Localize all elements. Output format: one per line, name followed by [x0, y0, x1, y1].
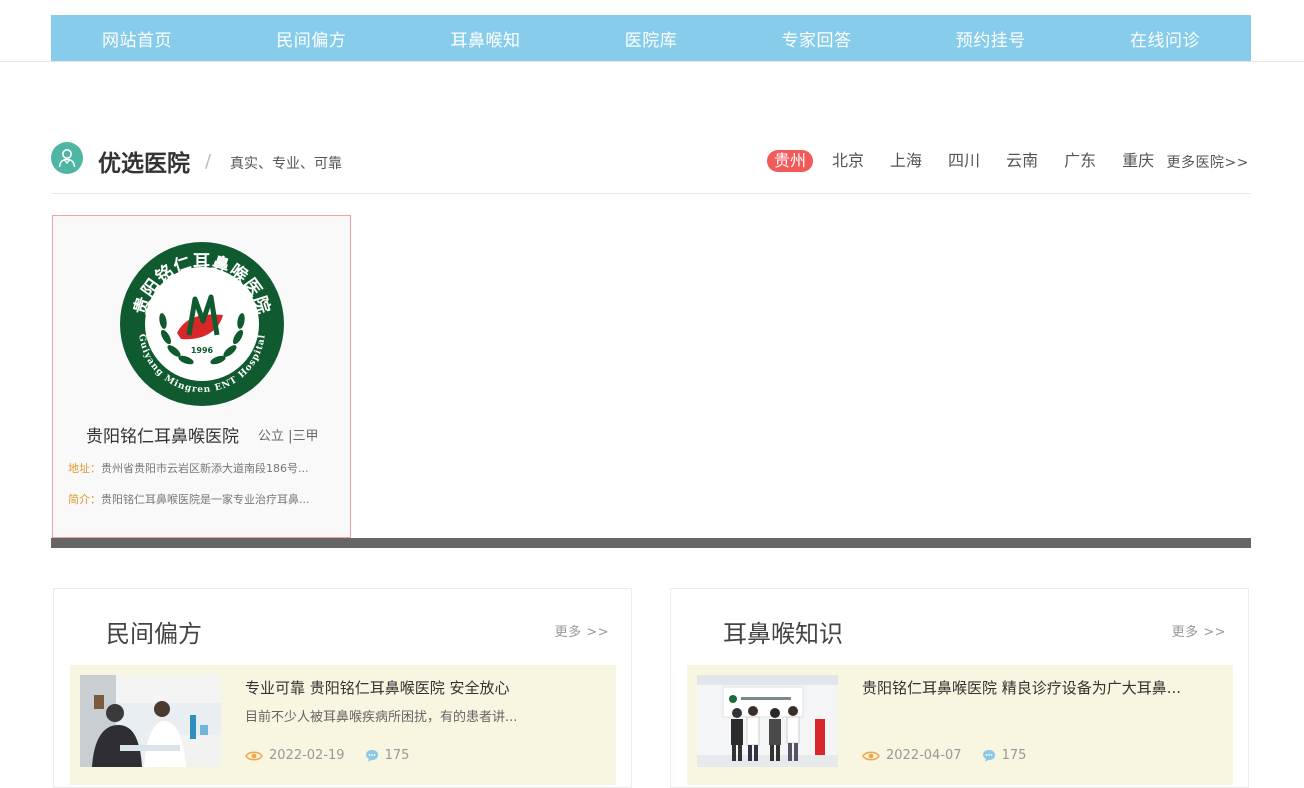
news-title[interactable]: 专业可靠 贵阳铭仁耳鼻喉医院 安全放心 [245, 677, 605, 698]
city-tab-guangdong[interactable]: 广东 [1057, 150, 1103, 172]
hospital-intro: 简介：贵阳铭仁耳鼻喉医院是一家专业治疗耳鼻... [68, 491, 338, 507]
city-tab-sichuan[interactable]: 四川 [941, 150, 987, 172]
hospital-type: 公立 |三甲 [258, 429, 319, 444]
nav-ent-knowledge[interactable]: 耳鼻喉知 [451, 26, 521, 51]
news-comment-count: 175 [1001, 748, 1027, 763]
city-tab-beijing[interactable]: 北京 [825, 150, 871, 172]
folk-remedies-panel: 民间偏方 更多 >> 专业可靠 贵阳铭仁耳鼻喉医院 安全放心 目前不少人被耳鼻喉… [53, 588, 632, 788]
city-tab-guizhou[interactable]: 贵州 [767, 150, 814, 172]
city-tab-chongqing[interactable]: 重庆 [1115, 150, 1161, 172]
panel-title: 耳鼻喉知识 [723, 620, 843, 648]
comment-icon [365, 750, 378, 762]
eye-icon [862, 751, 880, 760]
news-date: 2022-02-19 [269, 748, 345, 763]
panel-title: 民间偏方 [106, 620, 202, 648]
hospital-name[interactable]: 贵阳铭仁耳鼻喉医院 [86, 422, 239, 447]
panel-more-link[interactable]: 更多 >> [1172, 621, 1226, 640]
logo-year: 1996 [191, 346, 214, 355]
nav-folk-remedies[interactable]: 民间偏方 [276, 26, 346, 51]
ent-knowledge-panel: 耳鼻喉知识 更多 >> 贵阳铭仁耳鼻喉医院 精良诊疗设备为广大耳鼻... 202… [670, 588, 1249, 788]
nav-appointment[interactable]: 预约挂号 [956, 26, 1026, 51]
main-nav: 网站首页 民间偏方 耳鼻喉知 医院库 专家回答 预约挂号 在线问诊 [51, 15, 1251, 61]
intro-label: 简介： [68, 493, 101, 506]
eye-icon [245, 751, 263, 760]
city-tab-shanghai[interactable]: 上海 [883, 150, 929, 172]
news-description: 目前不少人被耳鼻喉疾病所困扰，有的患者讲... [245, 710, 518, 725]
panel-more-link[interactable]: 更多 >> [555, 621, 609, 640]
section-title: 优选医院 [98, 151, 190, 177]
news-meta: 2022-02-19 175 [245, 748, 409, 763]
nav-expert-answers[interactable]: 专家回答 [782, 26, 852, 51]
news-comment-count: 175 [384, 748, 410, 763]
intro-value: 贵阳铭仁耳鼻喉医院是一家专业治疗耳鼻... [101, 493, 310, 506]
nav-home[interactable]: 网站首页 [102, 26, 172, 51]
city-tab-yunnan[interactable]: 云南 [999, 150, 1045, 172]
news-item[interactable]: 专业可靠 贵阳铭仁耳鼻喉医院 安全放心 目前不少人被耳鼻喉疾病所困扰，有的患者讲… [70, 665, 616, 785]
news-title[interactable]: 贵阳铭仁耳鼻喉医院 精良诊疗设备为广大耳鼻... [862, 677, 1222, 698]
address-label: 地址： [68, 462, 101, 475]
section-subtitle: 真实、专业、可靠 [230, 156, 342, 172]
news-thumbnail[interactable] [697, 675, 838, 767]
city-filter: 贵州 北京 上海 四川 云南 广东 重庆 [767, 150, 1173, 172]
news-thumbnail[interactable] [80, 675, 221, 767]
doctor-icon [51, 142, 83, 174]
news-date: 2022-04-07 [886, 748, 962, 763]
hospital-card[interactable]: 贵阳铭仁耳鼻喉医院 Guiyang Mingren ENT Hospital 1… [52, 215, 351, 538]
featured-hospitals-header: 优选医院 / 真实、专业、可靠 贵州 北京 上海 四川 云南 广东 重庆 更多医… [51, 138, 1251, 194]
comment-icon [982, 750, 995, 762]
news-item[interactable]: 贵阳铭仁耳鼻喉医院 精良诊疗设备为广大耳鼻... 2022-04-07 175 [687, 665, 1233, 785]
address-value: 贵州省贵阳市云岩区新添大道南段186号... [101, 462, 309, 475]
title-separator: / [205, 151, 212, 172]
more-hospitals-link[interactable]: 更多医院>> [1167, 152, 1249, 172]
header-divider [0, 61, 1304, 62]
hospital-logo[interactable]: 贵阳铭仁耳鼻喉医院 Guiyang Mingren ENT Hospital 1… [119, 241, 285, 407]
news-meta: 2022-04-07 175 [862, 748, 1026, 763]
nav-online-consult[interactable]: 在线问诊 [1130, 26, 1200, 51]
hospital-address: 地址：贵州省贵阳市云岩区新添大道南段186号... [68, 460, 338, 476]
nav-hospital-library[interactable]: 医院库 [625, 26, 678, 51]
section-divider-bar [51, 538, 1251, 548]
